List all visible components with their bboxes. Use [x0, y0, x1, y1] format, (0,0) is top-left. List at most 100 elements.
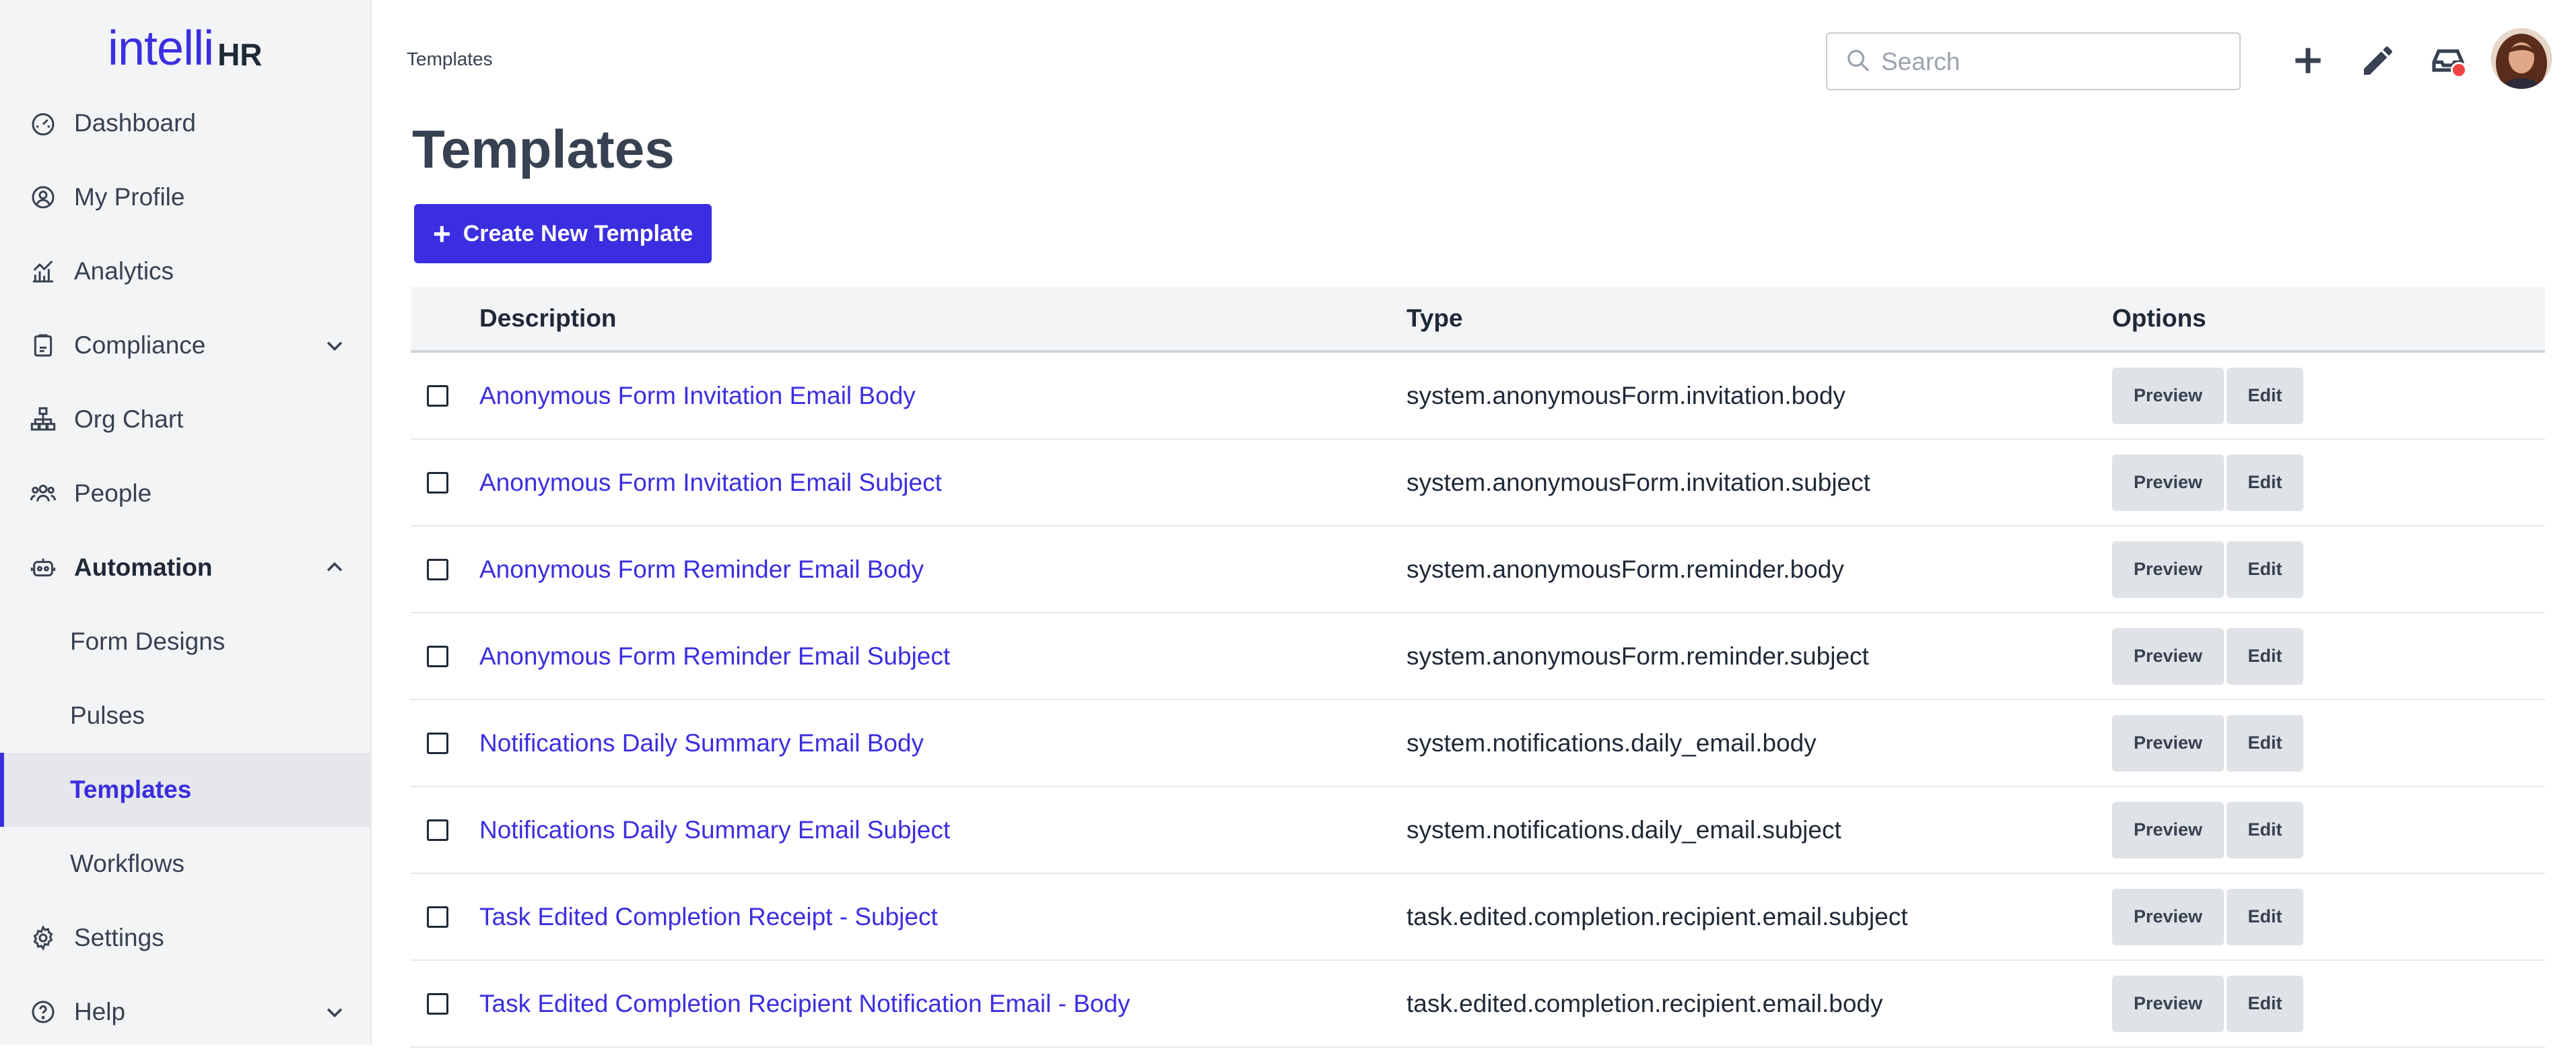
plus-icon [2295, 48, 2321, 73]
pencil-icon [2364, 46, 2392, 75]
preview-button[interactable]: Preview [2112, 888, 2224, 945]
template-type: system.anonymousForm.invitation.body [1406, 381, 1845, 409]
sidebar: intelli HR Dashboard My Profile Analytic… [0, 0, 372, 1045]
row-options: Preview Edit [2112, 367, 2303, 424]
avatar[interactable] [2491, 28, 2552, 89]
template-description-link[interactable]: Anonymous Form Reminder Email Subject [479, 642, 950, 671]
row-checkbox[interactable] [427, 732, 448, 754]
sidebar-item-label: Settings [74, 924, 164, 951]
edit-button[interactable]: Edit [2227, 541, 2303, 598]
sidebar-item-settings[interactable]: Settings [0, 901, 370, 975]
edit-button[interactable] [2357, 39, 2400, 82]
template-description-link[interactable]: Notifications Daily Summary Email Body [479, 729, 924, 757]
row-checkbox[interactable] [427, 558, 448, 580]
sidebar-item-my-profile[interactable]: My Profile [0, 160, 370, 234]
edit-button[interactable]: Edit [2227, 888, 2303, 945]
template-type: system.notifications.daily_email.subject [1406, 815, 1841, 844]
edit-button[interactable]: Edit [2227, 714, 2303, 772]
sidebar-item-dashboard[interactable]: Dashboard [0, 86, 370, 160]
sidebar-item-automation[interactable]: Automation [0, 531, 370, 605]
preview-button[interactable]: Preview [2112, 454, 2224, 511]
people-icon [28, 479, 58, 508]
sidebar-item-label: Org Chart [74, 405, 184, 433]
template-type: task.edited.completion.recipient.email.s… [1406, 902, 1908, 930]
column-header-type[interactable]: Type [1406, 304, 1463, 333]
template-description-link[interactable]: Task Edited Completion Recipient Notific… [479, 990, 1130, 1018]
row-checkbox[interactable] [427, 384, 448, 407]
sidebar-item-people[interactable]: People [0, 456, 370, 531]
help-icon [28, 997, 58, 1027]
sidebar-item-label: Pulses [70, 702, 145, 729]
sidebar-item-label: Compliance [74, 331, 206, 359]
templates-table: Description Type Options Anonymous Form … [411, 287, 2545, 1048]
create-button-label: Create New Template [463, 220, 693, 246]
column-header-description[interactable]: Description [479, 304, 617, 333]
sidebar-item-label: Workflows [70, 850, 184, 877]
row-options: Preview Edit [2112, 628, 2303, 685]
edit-button[interactable]: Edit [2227, 367, 2303, 424]
sidebar-item-help[interactable]: Help [0, 975, 370, 1049]
inbox-button[interactable] [2427, 39, 2470, 82]
logo-text: intelli [108, 22, 214, 75]
logo-suffix: HR [217, 37, 263, 72]
preview-button[interactable]: Preview [2112, 628, 2224, 685]
sidebar-item-pulses[interactable]: Pulses [0, 679, 370, 753]
edit-button[interactable]: Edit [2227, 801, 2303, 858]
preview-button[interactable]: Preview [2112, 975, 2224, 1032]
row-checkbox[interactable] [427, 992, 448, 1015]
template-description-link[interactable]: Notifications Daily Summary Email Subjec… [479, 816, 950, 844]
search-input[interactable] [1880, 40, 2233, 83]
gear-icon [28, 923, 58, 953]
row-options: Preview Edit [2112, 975, 2303, 1032]
preview-button[interactable]: Preview [2112, 541, 2224, 598]
sidebar-item-compliance[interactable]: Compliance [0, 308, 370, 382]
table-header: Description Type Options [411, 287, 2545, 353]
preview-button[interactable]: Preview [2112, 714, 2224, 772]
sidebar-item-label: Templates [70, 776, 192, 803]
table-row: Anonymous Form Invitation Email Subject s… [411, 440, 2545, 527]
edit-button[interactable]: Edit [2227, 628, 2303, 685]
template-description-link[interactable]: Task Edited Completion Receipt - Subject [479, 903, 938, 931]
sidebar-item-label: People [74, 479, 152, 507]
preview-button[interactable]: Preview [2112, 801, 2224, 858]
row-checkbox[interactable] [427, 471, 448, 494]
search-icon [1848, 50, 1870, 72]
sidebar-item-label: My Profile [74, 183, 185, 211]
sidebar-item-org-chart[interactable]: Org Chart [0, 382, 370, 456]
template-description-link[interactable]: Anonymous Form Invitation Email Body [479, 382, 916, 410]
table-row: Anonymous Form Reminder Email Body system… [411, 527, 2545, 613]
row-options: Preview Edit [2112, 801, 2303, 858]
sidebar-item-templates[interactable]: Templates [0, 753, 370, 827]
row-checkbox[interactable] [427, 819, 448, 841]
breadcrumb: Templates [407, 48, 493, 69]
sidebar-item-label: Automation [74, 553, 213, 581]
template-type: system.anonymousForm.reminder.subject [1406, 642, 1869, 670]
template-type: system.notifications.daily_email.body [1406, 729, 1817, 757]
edit-button[interactable]: Edit [2227, 975, 2303, 1032]
table-row: Task Edited Completion Recipient Notific… [411, 961, 2545, 1048]
edit-button[interactable]: Edit [2227, 454, 2303, 511]
add-button[interactable] [2286, 39, 2330, 82]
row-checkbox[interactable] [427, 645, 448, 667]
chevron-down-icon[interactable] [323, 1001, 346, 1023]
sidebar-item-form-designs[interactable]: Form Designs [0, 605, 370, 679]
preview-button[interactable]: Preview [2112, 367, 2224, 424]
user-circle-icon [28, 182, 58, 212]
chevron-down-icon[interactable] [323, 334, 346, 357]
template-description-link[interactable]: Anonymous Form Invitation Email Subject [479, 469, 942, 497]
chevron-up-icon[interactable] [323, 556, 346, 579]
page-title: Templates [412, 119, 675, 179]
sidebar-item-label: Dashboard [74, 109, 197, 137]
org-chart-icon [28, 405, 58, 434]
intellihr-logo[interactable]: intelli HR [108, 19, 263, 73]
sidebar-item-workflows[interactable]: Workflows [0, 827, 370, 901]
search-box[interactable] [1826, 32, 2241, 90]
create-new-template-button[interactable]: + Create New Template [414, 204, 712, 263]
plus-icon: + [432, 216, 451, 251]
user-avatar-image [2491, 28, 2552, 89]
row-options: Preview Edit [2112, 888, 2303, 945]
sidebar-item-analytics[interactable]: Analytics [0, 234, 370, 308]
row-checkbox[interactable] [427, 906, 448, 928]
template-description-link[interactable]: Anonymous Form Reminder Email Body [479, 555, 924, 584]
row-options: Preview Edit [2112, 541, 2303, 598]
